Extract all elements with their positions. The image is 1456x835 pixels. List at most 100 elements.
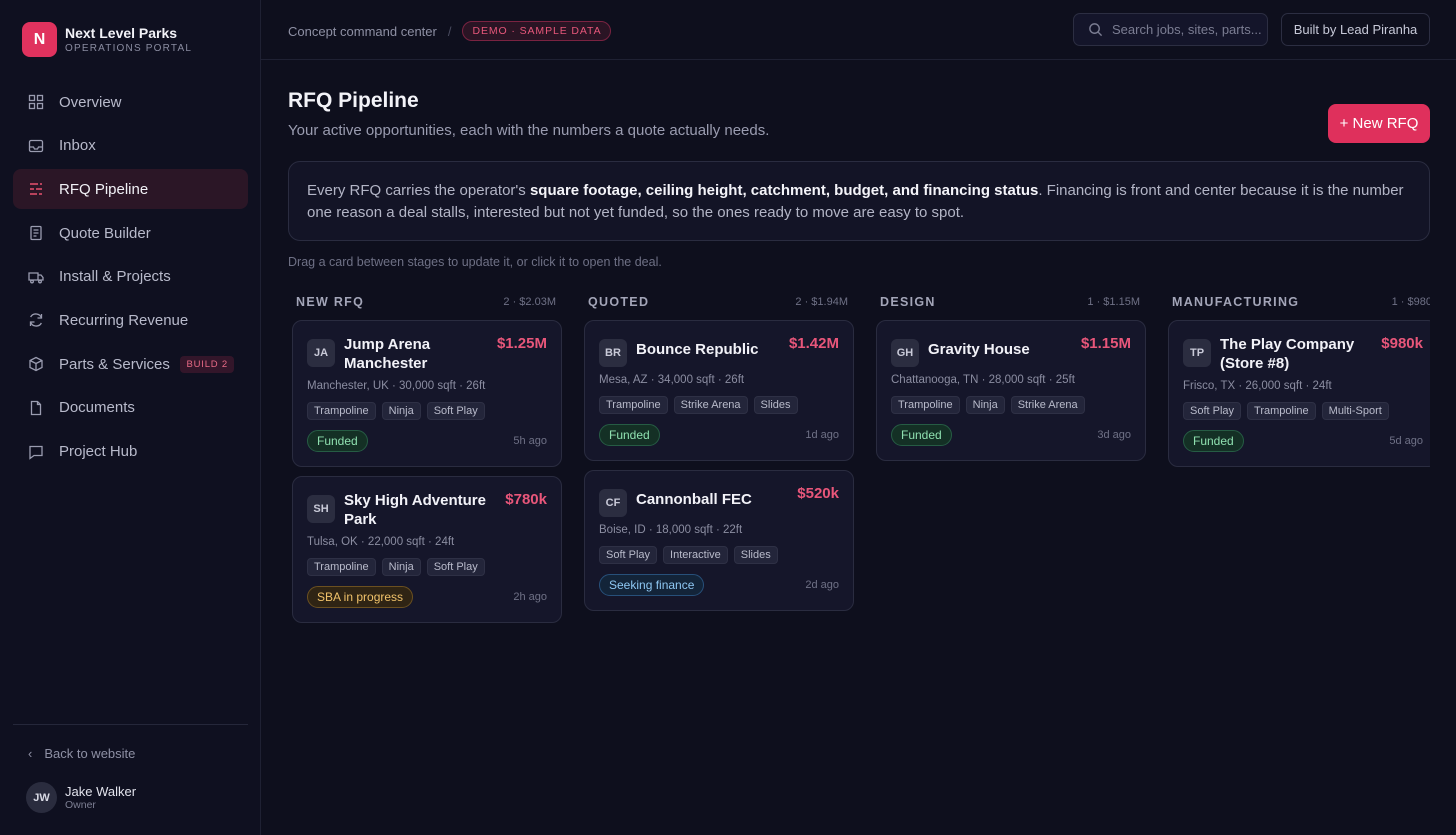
card-timestamp: 2d ago — [805, 579, 839, 591]
sidebar-item-label: RFQ Pipeline — [59, 180, 149, 198]
rfq-card[interactable]: GH Gravity House $1.15M Chattanooga, TN … — [876, 320, 1146, 461]
breadcrumb-item[interactable]: Concept command center — [288, 24, 437, 39]
brand-logo: N — [22, 22, 57, 57]
card-header: CF Cannonball FEC $520k — [599, 485, 839, 517]
user-name: Jake Walker — [65, 783, 137, 799]
demo-badge: DEMO · SAMPLE DATA — [462, 21, 612, 41]
card-footer: Funded 5d ago — [1183, 430, 1423, 452]
user-info: Jake Walker Owner — [65, 784, 136, 812]
card-footer: Seeking finance 2d ago — [599, 574, 839, 596]
sidebar-item-label: Documents — [59, 399, 135, 417]
breadcrumb-separator: / — [447, 23, 452, 39]
search-input[interactable]: Search jobs, sites, parts... — [1073, 13, 1268, 46]
sidebar-item-rfq-pipeline[interactable]: RFQ Pipeline — [13, 169, 248, 210]
tag: Multi-Sport — [1321, 402, 1389, 420]
rfq-card[interactable]: CF Cannonball FEC $520k Boise, ID · 18,0… — [584, 470, 854, 611]
status-badge: Funded — [891, 424, 952, 446]
brand-subtitle: OPERATIONS PORTAL — [65, 42, 193, 54]
rfq-card[interactable]: SH Sky High Adventure Park $780k Tulsa, … — [292, 476, 562, 623]
card-timestamp: 3d ago — [1097, 429, 1131, 441]
column-meta: 1 · $1.15M — [1087, 296, 1140, 308]
status-badge: Seeking finance — [599, 574, 705, 596]
new-rfq-button[interactable]: + New RFQ — [1328, 104, 1430, 143]
avatar: JW — [26, 782, 57, 813]
sidebar-item-label: Quote Builder — [59, 224, 151, 242]
card-timestamp: 5d ago — [1389, 435, 1423, 447]
card-footer: SBA in progress 2h ago — [307, 586, 547, 608]
box-icon — [27, 355, 45, 373]
user-profile[interactable]: JW Jake Walker Owner — [26, 782, 136, 813]
sidebar-item-label: Parts & Services — [59, 355, 170, 373]
topbar: Concept command center / DEMO · SAMPLE D… — [261, 0, 1456, 60]
card-footer: Funded 1d ago — [599, 424, 839, 446]
file-icon — [27, 399, 45, 417]
info-box: Every RFQ carries the operator's square … — [288, 161, 1430, 241]
tag: Soft Play — [1183, 402, 1242, 420]
sidebar-nav: Overview Inbox RFQ Pipeline Quote Builde… — [13, 82, 248, 475]
search-placeholder: Search jobs, sites, parts... — [1112, 22, 1262, 37]
sidebar-item-recurring-revenue[interactable]: Recurring Revenue — [13, 300, 248, 340]
document-list-icon — [27, 224, 45, 242]
column-new-rfq: NEW RFQ 2 · $2.03M JA Jump Arena Manches… — [288, 293, 562, 623]
card-timestamp: 1d ago — [805, 429, 839, 441]
tag: Trampoline — [1247, 402, 1316, 420]
info-text-bold: square footage, ceiling height, catchmen… — [529, 182, 1039, 199]
rfq-card[interactable]: TP The Play Company (Store #8) $980k Fri… — [1168, 320, 1430, 467]
tag: Slides — [753, 396, 798, 414]
inbox-icon — [27, 137, 45, 155]
info-text-prefix: Every RFQ carries the operator's — [307, 182, 530, 199]
card-header: TP The Play Company (Store #8) $980k — [1183, 335, 1423, 373]
card-timestamp: 2h ago — [513, 591, 547, 603]
card-location: Chattanooga, TN · 28,000 sqft · 25ft — [891, 374, 1075, 386]
card-name: Jump Arena Manchester — [344, 336, 431, 372]
built-by-button[interactable]: Built by Lead Piranha — [1281, 13, 1430, 46]
sidebar-item-label: Install & Projects — [59, 268, 171, 286]
card-value: $1.25M — [496, 335, 547, 352]
status-badge: Funded — [307, 430, 368, 452]
status-badge: Funded — [1183, 430, 1244, 452]
column-title: MANUFACTURING — [1172, 295, 1300, 309]
card-tags: Trampoline Strike Arena Slides — [599, 396, 839, 414]
card-name: Sky High Adventure Park — [344, 492, 486, 528]
card-footer: Funded 5h ago — [307, 430, 547, 452]
tag: Ninja — [965, 396, 1005, 414]
sidebar-item-quote-builder[interactable]: Quote Builder — [13, 213, 248, 253]
pipeline-icon — [27, 180, 45, 198]
sidebar-item-overview[interactable]: Overview — [13, 82, 248, 122]
brand-text: Next Level Parks OPERATIONS PORTAL — [65, 25, 192, 55]
sidebar-item-install-projects[interactable]: Install & Projects — [13, 257, 248, 297]
chat-icon — [27, 443, 45, 461]
sidebar-item-inbox[interactable]: Inbox — [13, 126, 248, 166]
card-tags: Trampoline Ninja Soft Play — [307, 402, 547, 420]
sidebar: N Next Level Parks OPERATIONS PORTAL Ove… — [0, 0, 261, 835]
tag: Strike Arena — [673, 396, 748, 414]
tag: Strike Arena — [1010, 396, 1085, 414]
back-to-website-link[interactable]: ‹ Back to website — [28, 746, 135, 761]
rfq-card[interactable]: BR Bounce Republic $1.42M Mesa, AZ · 34,… — [584, 320, 854, 461]
brand[interactable]: N Next Level Parks OPERATIONS PORTAL — [22, 22, 192, 57]
sidebar-item-parts-services[interactable]: Parts & Services BUILD 2 — [13, 344, 248, 384]
column-header: MANUFACTURING 1 · $980 — [1164, 293, 1430, 311]
column-header: NEW RFQ 2 · $2.03M — [288, 293, 560, 311]
card-name: The Play Company (Store #8) — [1220, 336, 1355, 372]
rfq-card[interactable]: JA Jump Arena Manchester $1.25M Manchest… — [292, 320, 562, 467]
card-value: $1.15M — [1080, 335, 1131, 352]
page-title: RFQ Pipeline — [288, 89, 419, 112]
column-meta: 2 · $1.94M — [795, 296, 848, 308]
chevron-left-icon: ‹ — [28, 746, 33, 761]
card-footer: Funded 3d ago — [891, 424, 1131, 446]
tag: Trampoline — [307, 402, 376, 420]
tag: Interactive — [663, 546, 728, 564]
refresh-icon — [27, 311, 45, 329]
tag: Soft Play — [426, 558, 485, 576]
card-value: $520k — [797, 485, 839, 502]
truck-icon — [27, 268, 45, 286]
sidebar-item-project-hub[interactable]: Project Hub — [13, 432, 248, 472]
tag: Trampoline — [599, 396, 668, 414]
card-value: $980k — [1381, 335, 1423, 352]
user-role: Owner — [65, 798, 96, 811]
card-initials: CF — [599, 489, 627, 517]
grid-icon — [27, 93, 45, 111]
card-value: $780k — [505, 491, 547, 508]
sidebar-item-documents[interactable]: Documents — [13, 388, 248, 428]
